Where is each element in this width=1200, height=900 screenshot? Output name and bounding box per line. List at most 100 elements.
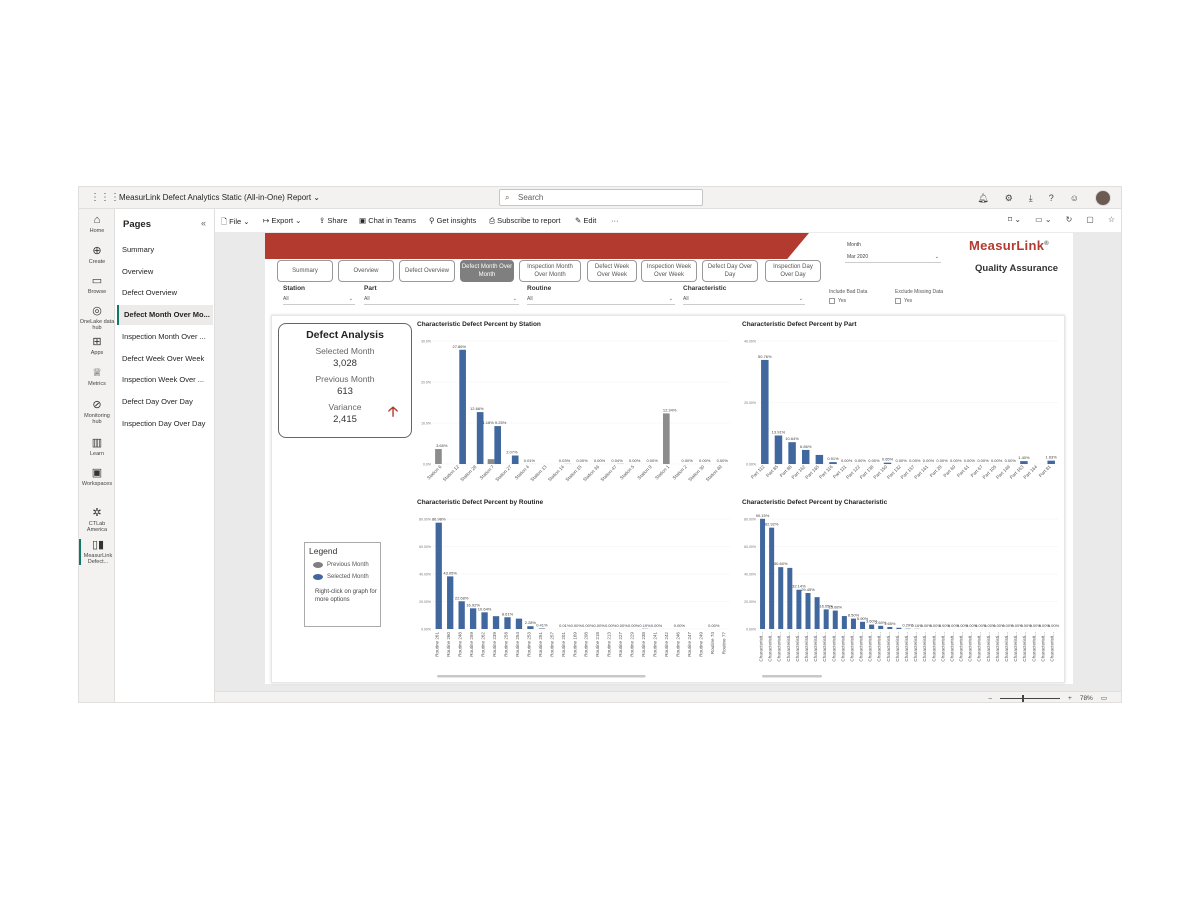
station-slicer[interactable]: All ⌄ bbox=[283, 296, 355, 305]
rail-item-workspace[interactable]: ✲ CTLab America bbox=[79, 507, 115, 533]
report-toolbar: 🗋 File ⌄ ↦ Export ⌄ ⇪ Share ▣ Chat in Te… bbox=[215, 209, 1121, 233]
file-menu[interactable]: 🗋 File ⌄ bbox=[221, 216, 250, 229]
refresh-icon[interactable]: ↻ bbox=[1066, 215, 1073, 224]
x-tick-label: Station 27 bbox=[494, 464, 512, 482]
collapse-icon[interactable]: « bbox=[201, 218, 206, 228]
scrollbar[interactable] bbox=[762, 675, 822, 678]
browse-icon: ▭ bbox=[91, 275, 103, 287]
zoom-in-icon[interactable]: + bbox=[1068, 695, 1072, 702]
include-bad-data-checkbox[interactable]: Yes bbox=[829, 298, 846, 304]
rail-item-create[interactable]: ⊕ Create bbox=[79, 245, 115, 265]
x-tick-label: Routine 229 bbox=[630, 632, 635, 657]
nav-button[interactable]: Inspection Day Over Day bbox=[765, 260, 821, 282]
part-slicer[interactable]: All ⌄ bbox=[364, 296, 519, 305]
settings-icon[interactable]: ⚙ bbox=[1005, 193, 1013, 204]
page-item[interactable]: Inspection Week Over ... bbox=[117, 370, 213, 390]
learn-icon: ▥ bbox=[91, 437, 103, 449]
routine-slicer[interactable]: All ⌄ bbox=[527, 296, 675, 305]
favorite-icon[interactable]: ☆ bbox=[1108, 215, 1115, 224]
nav-button[interactable]: Defect Week Over Week bbox=[587, 260, 637, 282]
data-label: 15.08% bbox=[828, 605, 842, 610]
characteristic-chart[interactable]: Characteristic Defect Percent by Charact… bbox=[742, 499, 1062, 679]
defect-analysis-card[interactable]: Defect Analysis Selected Month 3,028 Pre… bbox=[278, 323, 412, 438]
x-tick-label: Characteristi... bbox=[1040, 632, 1045, 662]
help-icon[interactable]: ? bbox=[1049, 193, 1054, 203]
rail-item-workspaces[interactable]: ▣ Workspaces bbox=[79, 467, 115, 487]
data-label: 1.65% bbox=[884, 621, 896, 626]
page-item[interactable]: Summary bbox=[117, 240, 213, 260]
fit-page-icon[interactable]: ▭ bbox=[1101, 694, 1107, 702]
station-chart[interactable]: Characteristic Defect Percent by Station… bbox=[417, 321, 735, 486]
export-menu[interactable]: ↦ Export ⌄ bbox=[263, 216, 301, 225]
exclude-missing-data-checkbox[interactable]: Yes bbox=[895, 298, 912, 304]
zoom-slider[interactable] bbox=[1000, 694, 1061, 702]
rail-item-learn[interactable]: ▥ Learn bbox=[79, 437, 115, 457]
nav-button[interactable]: Summary bbox=[277, 260, 333, 282]
nav-button[interactable]: Inspection Week Over Week bbox=[641, 260, 697, 282]
page-item[interactable]: Inspection Day Over Day bbox=[117, 414, 213, 434]
app-launcher-icon[interactable]: ⋮⋮⋮ bbox=[90, 191, 120, 205]
month-slicer[interactable]: Mar 2020 ⌄ bbox=[845, 251, 941, 263]
nav-button[interactable]: Inspection Month Over Month bbox=[519, 260, 581, 282]
characteristic-slicer[interactable]: All ⌄ bbox=[683, 296, 805, 305]
page-item[interactable]: Defect Month Over Mo... bbox=[117, 305, 213, 326]
x-tick-label: Routine 169 bbox=[572, 632, 577, 657]
chat-in-teams-button[interactable]: ▣ Chat in Teams bbox=[359, 216, 416, 225]
comment-icon[interactable]: ▢ bbox=[1086, 215, 1094, 224]
notifications-icon[interactable]: 🔔︎ bbox=[977, 193, 988, 204]
x-tick-label: Routine 213 bbox=[607, 632, 612, 657]
report-title[interactable]: MeasurLink Defect Analytics Static (All-… bbox=[119, 193, 320, 202]
x-tick-label: Characteristi... bbox=[868, 632, 873, 662]
page-item[interactable]: Defect Day Over Day bbox=[117, 392, 213, 412]
data-label: 0.00% bbox=[628, 623, 640, 628]
bookmark-icon[interactable]: ⌑ ⌄ bbox=[1008, 215, 1021, 224]
view-icon[interactable]: ▭ ⌄ bbox=[1035, 215, 1051, 224]
nav-button[interactable]: Overview bbox=[338, 260, 394, 282]
search-input[interactable]: ⌕ Search bbox=[499, 189, 703, 206]
zoom-thumb[interactable] bbox=[1022, 694, 1025, 702]
x-tick-label: Characteristi... bbox=[1004, 632, 1009, 662]
page-item[interactable]: Overview bbox=[117, 262, 213, 282]
rail-item-home[interactable]: ⌂ Home bbox=[79, 214, 115, 234]
edit-button[interactable]: ✎ Edit bbox=[575, 216, 596, 225]
rail-label: CTLab America bbox=[86, 521, 108, 533]
share-button[interactable]: ⇪ Share bbox=[319, 216, 347, 225]
nav-button[interactable]: Defect Day Over Day bbox=[702, 260, 758, 282]
rail-item-monitoring[interactable]: ⊘ Monitoring hub bbox=[79, 399, 115, 425]
part-chart[interactable]: Characteristic Defect Percent by Part 0.0… bbox=[742, 321, 1062, 486]
rail-item-apps[interactable]: ⊞ Apps bbox=[79, 336, 115, 356]
x-tick-label: Station 49 bbox=[705, 464, 723, 482]
x-tick-label: Station 14 bbox=[547, 464, 565, 482]
rail-item-onelake[interactable]: ◎ OneLake data hub bbox=[79, 305, 115, 331]
rail-item-browse[interactable]: ▭ Browse bbox=[79, 275, 115, 295]
data-label: 27.86% bbox=[453, 344, 467, 349]
routine-chart[interactable]: Characteristic Defect Percent by Routine… bbox=[417, 499, 735, 679]
data-label: 0.00% bbox=[717, 458, 729, 463]
rail-item-report[interactable]: ▯▮ MeasurLink Defect... bbox=[79, 539, 115, 565]
zoom-control[interactable]: – + 78% ▭ bbox=[988, 694, 1107, 702]
nav-button[interactable]: Defect Overview bbox=[399, 260, 455, 282]
avatar[interactable] bbox=[1095, 190, 1111, 206]
feedback-icon[interactable]: ☺ bbox=[1070, 193, 1079, 203]
download-icon[interactable]: ⤓ bbox=[1029, 193, 1033, 204]
monitoring-icon: ⊘ bbox=[92, 399, 102, 411]
x-tick-label: Characteristi... bbox=[768, 632, 773, 662]
rail-item-metrics[interactable]: ♕ Metrics bbox=[79, 367, 115, 387]
data-label: 0.00% bbox=[855, 458, 867, 463]
page-item[interactable]: Defect Overview bbox=[117, 283, 213, 303]
zoom-out-icon[interactable]: – bbox=[988, 695, 992, 702]
bar bbox=[538, 628, 546, 629]
x-tick-label: Routine 77 bbox=[721, 632, 726, 655]
x-tick-label: Part 165 bbox=[804, 464, 820, 480]
page-item[interactable]: Defect Week Over Week bbox=[117, 349, 213, 369]
page-item[interactable]: Inspection Month Over ... bbox=[117, 327, 213, 347]
x-tick-label: Station 12 bbox=[442, 464, 460, 482]
scrollbar[interactable] bbox=[437, 675, 646, 678]
y-tick-label: 40.00% bbox=[744, 340, 756, 344]
get-insights-button[interactable]: ⚲ Get insights bbox=[429, 216, 476, 225]
nav-button[interactable]: Defect Month Over Month bbox=[460, 260, 514, 282]
more-options-button[interactable]: ··· bbox=[611, 216, 619, 225]
data-label: 8.61% bbox=[502, 611, 514, 616]
subscribe-button[interactable]: ⎙ Subscribe to report bbox=[489, 216, 560, 226]
data-label: 0.00% bbox=[896, 458, 908, 463]
